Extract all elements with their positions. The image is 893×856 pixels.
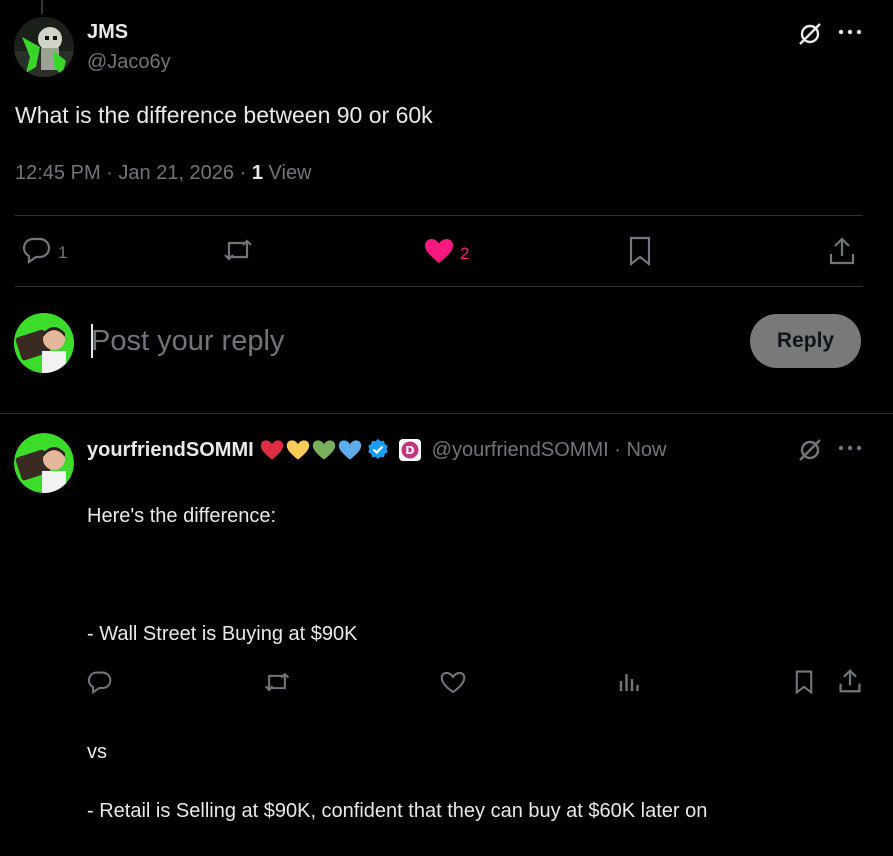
grok-icon[interactable] (796, 20, 824, 48)
bookmark-icon[interactable] (792, 668, 816, 696)
bookmark-action[interactable] (628, 236, 652, 271)
reply-text-line: Here's the difference: (87, 504, 277, 527)
share-action[interactable] (828, 236, 856, 271)
more-icon[interactable] (836, 20, 864, 44)
grok-icon[interactable] (796, 436, 824, 464)
reply-author-handle[interactable]: @yourfriendSOMMI (432, 439, 609, 462)
reply-time[interactable]: Now (626, 439, 666, 462)
tweet-meta: 12:45 PM · Jan 21, 2026 · 1 View (15, 162, 312, 185)
reply-text-line (87, 679, 877, 709)
separator: · (100, 162, 119, 184)
composer-avatar[interactable] (14, 313, 74, 373)
author-handle[interactable]: @Jaco6y (87, 51, 171, 74)
reply-text-line: - Wall Street is Buying at $90K (87, 622, 358, 645)
reply-action[interactable]: 1 (22, 236, 67, 269)
reply-text-line: vs (87, 740, 107, 763)
tweet-date[interactable]: Jan 21, 2026 (118, 162, 234, 184)
reply-text-line (87, 561, 877, 591)
share-icon (828, 236, 856, 271)
tweet-text: What is the difference between 90 or 60k (15, 102, 433, 128)
repost-icon (222, 237, 254, 268)
reply-icon[interactable] (86, 668, 114, 696)
share-icon[interactable] (837, 667, 863, 695)
like-action[interactable]: 2 (424, 238, 469, 269)
heart-icon[interactable] (439, 668, 467, 696)
repost-action[interactable] (222, 237, 254, 268)
blue-heart-icon (338, 440, 361, 460)
section-divider (0, 413, 893, 414)
like-count: 2 (460, 243, 470, 263)
yellow-heart-icon (286, 440, 309, 460)
reply-text-line: - Retail is Selling at $90K, confident t… (87, 799, 708, 822)
divider (15, 286, 863, 287)
separator: · (234, 162, 252, 184)
repost-icon[interactable] (262, 668, 292, 696)
divider (15, 215, 863, 216)
reply-button[interactable]: Reply (750, 314, 861, 368)
reply-icon (22, 236, 52, 269)
affiliate-badge-icon[interactable]: D (398, 438, 422, 462)
author-avatar[interactable] (14, 17, 74, 77)
green-heart-icon (312, 440, 335, 460)
red-heart-icon (260, 440, 283, 460)
author-name[interactable]: JMS (87, 21, 128, 44)
reply-author-name[interactable]: yourfriendSOMMI (87, 439, 254, 462)
tweet-time[interactable]: 12:45 PM (15, 162, 101, 184)
analytics-icon[interactable] (616, 668, 642, 696)
separator: · (608, 438, 627, 461)
thread-line (41, 0, 43, 14)
more-icon[interactable] (836, 436, 864, 460)
reply-count: 1 (58, 242, 68, 262)
view-label: View (268, 162, 312, 184)
svg-text:D: D (405, 444, 414, 457)
bookmark-icon (628, 236, 652, 271)
reply-header: yourfriendSOMMI D @yourfriendSOMMI · Now (87, 436, 666, 464)
heart-icon (424, 238, 454, 269)
verified-badge-icon[interactable] (366, 438, 390, 462)
reply-input[interactable]: Post your reply (91, 325, 284, 358)
view-count: 1 (251, 162, 263, 184)
reply-text: Here's the difference: - Wall Street is … (87, 472, 877, 856)
reply-author-avatar[interactable] (14, 433, 74, 493)
